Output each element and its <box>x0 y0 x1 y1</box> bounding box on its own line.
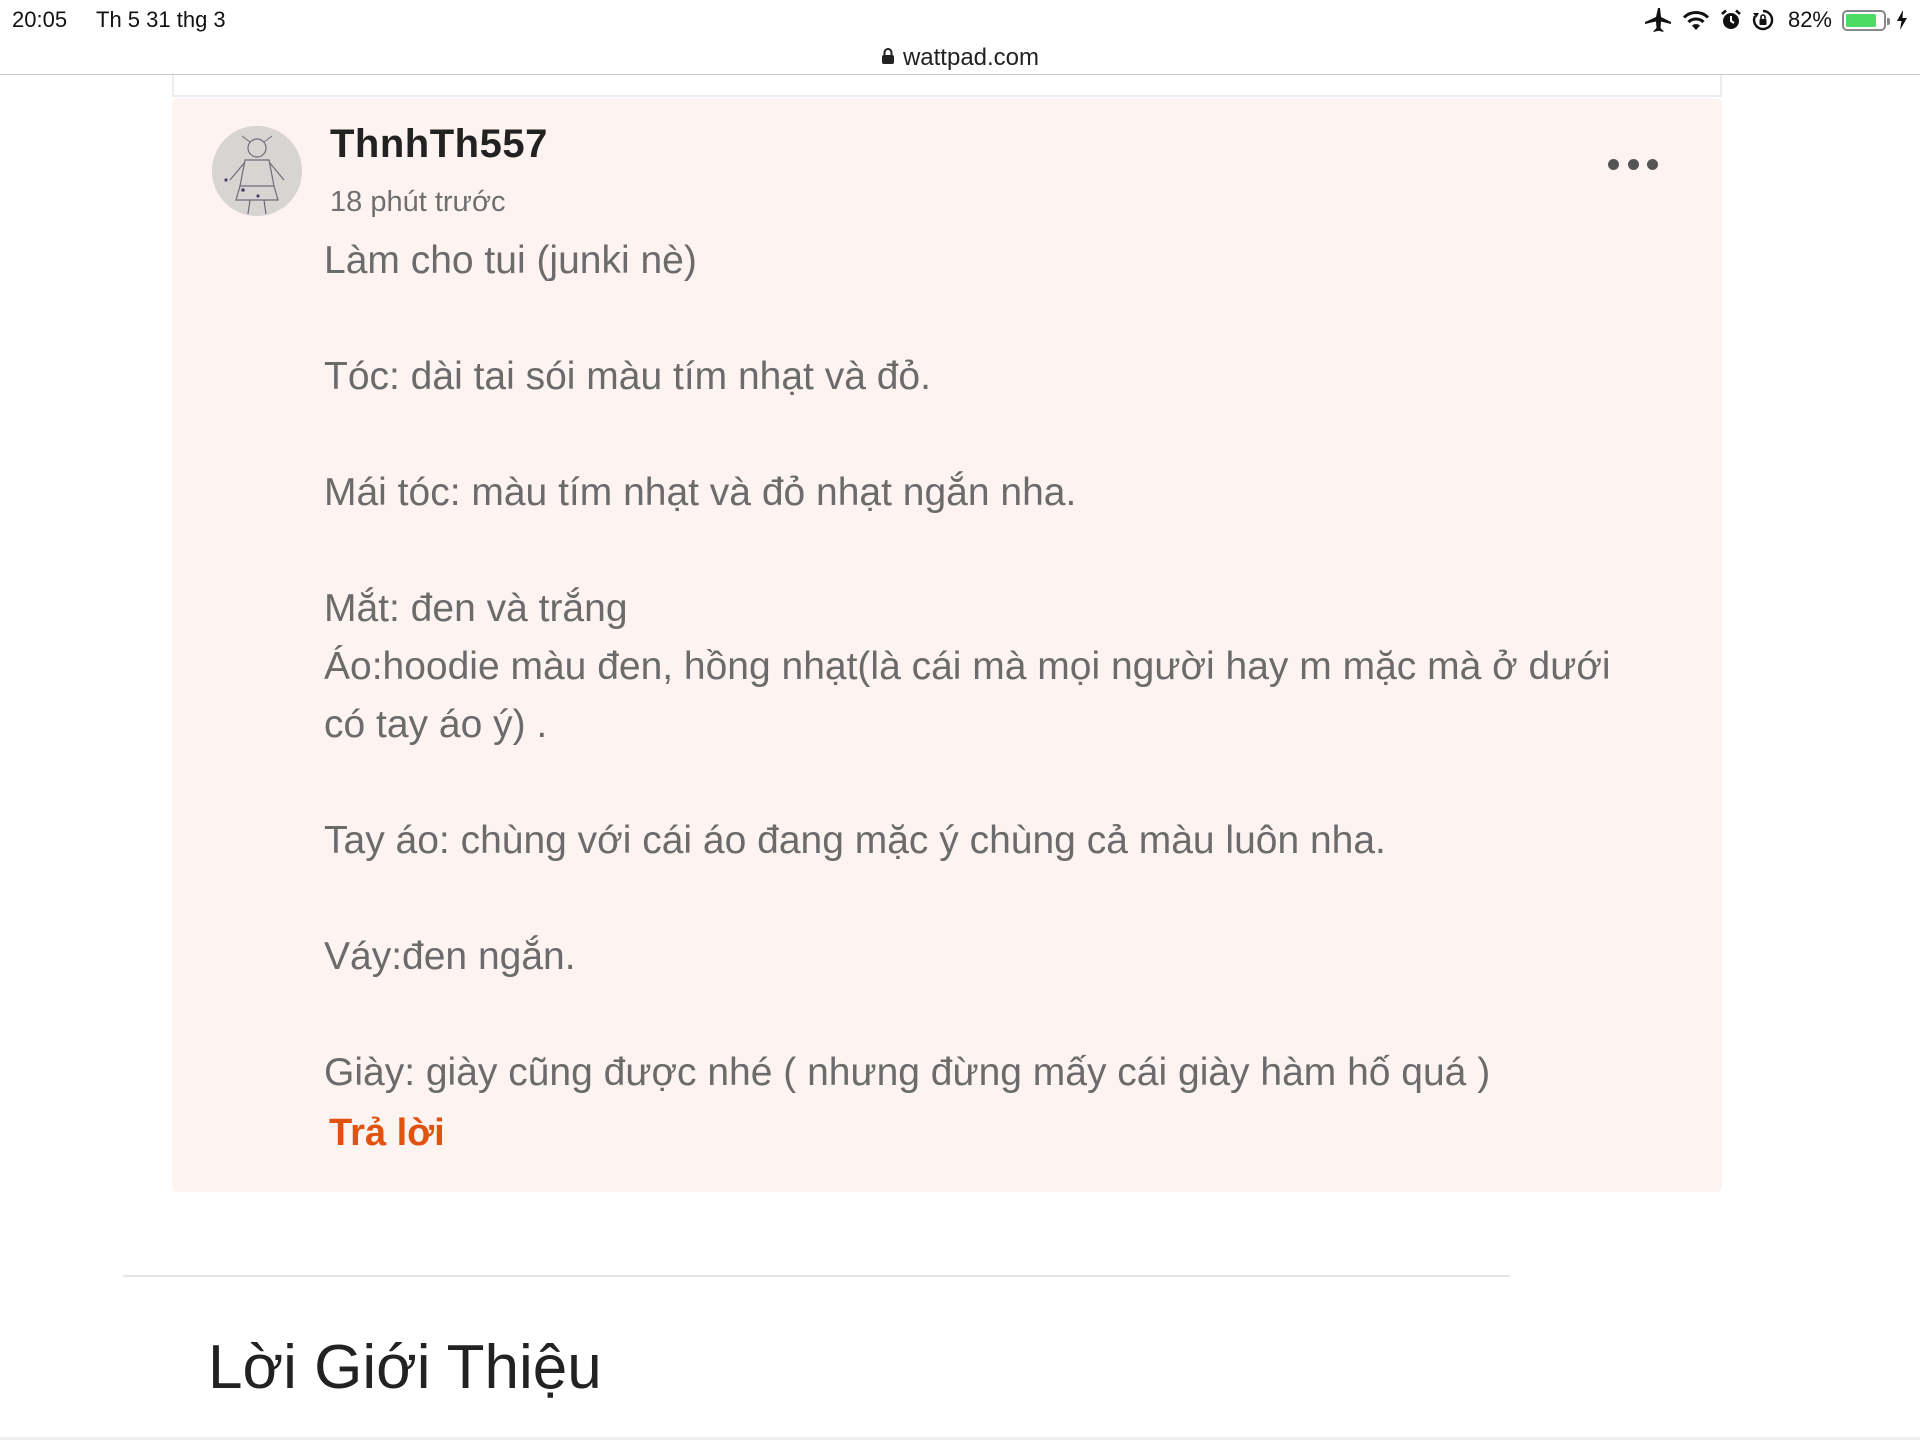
reply-button[interactable]: Trả lời <box>329 1112 445 1155</box>
comment-line: Giày: giày cũng được nhé ( nhưng đừng mấ… <box>324 1051 1491 1094</box>
status-bar: 20:05 Th 5 31 thg 3 82% <box>0 0 1920 40</box>
alarm-icon <box>1720 9 1742 31</box>
airplane-icon <box>1644 7 1672 33</box>
comment-blank-line <box>324 522 1704 580</box>
comment-line: Mắt: đen và trắng <box>324 587 628 630</box>
battery-cap <box>1887 17 1890 25</box>
url-text[interactable]: wattpad.com <box>903 44 1039 72</box>
avatar-sketch-image <box>212 126 302 216</box>
comment-blank-line <box>324 290 1704 348</box>
address-bar[interactable]: wattpad.com <box>0 40 1920 76</box>
battery-percent: 82% <box>1787 7 1832 32</box>
comment-blank-line <box>324 754 1704 812</box>
comment-text: Làm cho tui (junki nè) Tóc: dài tai sói m… <box>324 232 1704 1102</box>
comment-line: Tay áo: chùng với cái áo đang mặc ý chùn… <box>324 819 1386 862</box>
section-divider <box>123 1275 1510 1277</box>
orientation-lock-icon <box>1752 9 1774 31</box>
previous-comment-card <box>172 75 1722 97</box>
charging-icon <box>1896 10 1908 30</box>
more-dot-icon <box>1627 158 1639 170</box>
comment-timestamp: 18 phút trước <box>330 186 506 218</box>
status-icons: 82% <box>1644 5 1908 35</box>
page: 20:05 Th 5 31 thg 3 82% wattpad.com Thnh… <box>0 0 1920 1440</box>
lock-icon <box>881 44 895 72</box>
comment-line: Làm cho tui (junki nè) <box>324 239 697 282</box>
status-time: 20:05 <box>12 7 68 32</box>
comment-line: có tay áo ý) . <box>324 703 548 746</box>
comment-line: Mái tóc: màu tím nhạt và đỏ nhạt ngắn nh… <box>324 471 1077 514</box>
wifi-icon <box>1682 9 1710 31</box>
battery-icon <box>1842 9 1890 31</box>
more-dot-icon <box>1647 158 1658 170</box>
status-date: Th 5 31 thg 3 <box>96 7 226 32</box>
comment-card: ThnhTh557 18 phút trước Làm cho tui (jun… <box>172 98 1722 1192</box>
avatar[interactable] <box>212 126 302 216</box>
comment-blank-line <box>324 986 1704 1044</box>
comment-line: Váy:đen ngắn. <box>324 935 576 978</box>
section-title: Lời Giới Thiệu <box>208 1333 602 1402</box>
comment-blank-line <box>324 870 1704 928</box>
comment-username[interactable]: ThnhTh557 <box>330 122 548 167</box>
more-dot-icon <box>1608 158 1619 170</box>
comment-blank-line <box>324 406 1704 464</box>
comment-line: Áo:hoodie màu đen, hồng nhạt(là cái mà m… <box>324 645 1611 688</box>
comment-line: Tóc: dài tai sói màu tím nhạt và đỏ. <box>324 355 931 398</box>
battery-fill <box>1846 13 1876 27</box>
more-options-button[interactable] <box>1608 152 1658 176</box>
